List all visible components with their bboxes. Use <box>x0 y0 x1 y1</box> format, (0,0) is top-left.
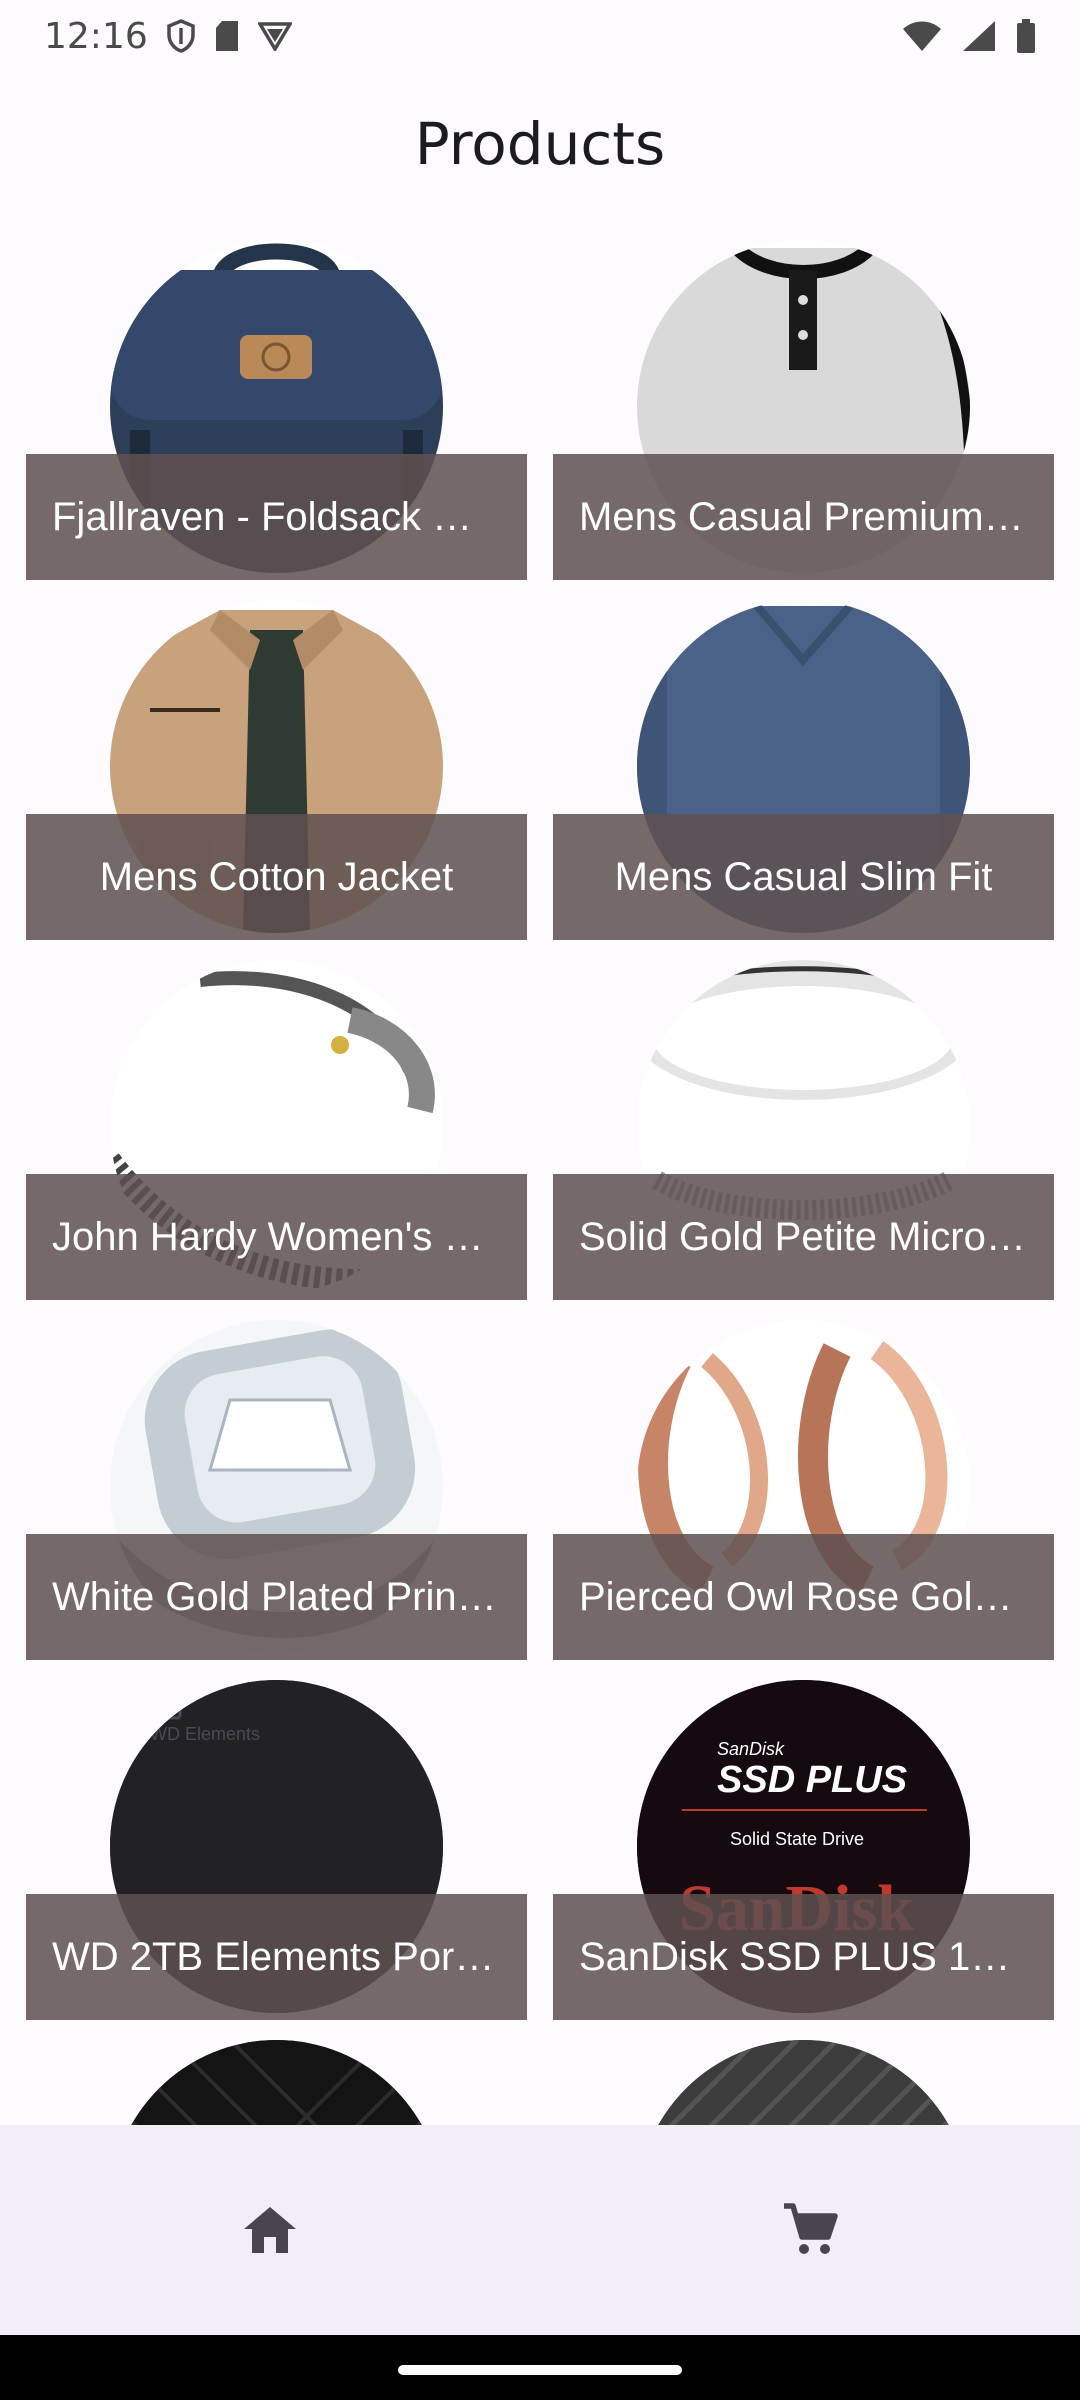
product-card[interactable] <box>26 2040 527 2125</box>
shield-icon <box>166 19 196 53</box>
system-navigation-bar <box>0 2335 1080 2400</box>
product-card[interactable]: John Hardy Women's Legends Naga Gold & S… <box>26 960 527 1300</box>
product-title: SanDisk SSD PLUS 1TB Internal SSD <box>553 1894 1054 2020</box>
product-card[interactable]: SanDisk SSD PLUS Solid State Drive SanDi… <box>553 1680 1054 2020</box>
battery-icon <box>1016 19 1036 53</box>
product-title: Mens Casual Premium Slim Fit T-Shirts <box>553 454 1054 580</box>
status-left: 12:16 <box>44 16 292 57</box>
wd-label: WD Elements <box>150 1724 260 1744</box>
product-card[interactable]: Pierced Owl Rose Gold Plated Stainless S… <box>553 1320 1054 1660</box>
textured-drive-image <box>110 2040 443 2125</box>
products-screen: 12:16 Products Fjallraven - Foldsack No.… <box>0 0 1080 2400</box>
product-card[interactable]: Solid Gold Petite Micropave <box>553 960 1054 1300</box>
wifi-icon <box>902 20 942 52</box>
product-title: Fjallraven - Foldsack No. 1 Backpack <box>26 454 527 580</box>
nav-item-home[interactable] <box>0 2125 540 2335</box>
product-title: Pierced Owl Rose Gold Plated Stainless S… <box>553 1534 1054 1660</box>
product-title: Mens Cotton Jacket <box>26 814 527 940</box>
bottom-navigation <box>0 2125 1080 2335</box>
gesture-handle[interactable] <box>398 2365 682 2375</box>
product-card[interactable]: Mens Casual Slim Fit <box>553 600 1054 940</box>
product-grid[interactable]: Fjallraven - Foldsack No. 1 Backpack Men… <box>26 240 1054 2125</box>
ssd-name-text: SSD PLUS <box>717 1759 907 1801</box>
product-title: Solid Gold Petite Micropave <box>553 1174 1054 1300</box>
status-time: 12:16 <box>44 15 148 57</box>
product-card[interactable]: Fjallraven - Foldsack No. 1 Backpack <box>26 240 527 580</box>
product-title: John Hardy Women's Legends Naga Gold & S… <box>26 1174 527 1300</box>
status-bar: 12:16 <box>0 0 1080 72</box>
sd-card-icon <box>214 20 240 52</box>
page-title: Products <box>414 110 666 178</box>
nav-item-cart[interactable] <box>540 2125 1080 2335</box>
product-card[interactable]: WD Elements WD 2TB Elements Portable Ext… <box>26 1680 527 2020</box>
ssd-subtitle-text: Solid State Drive <box>730 1829 864 1849</box>
product-title: WD 2TB Elements Portable External Hard D… <box>26 1894 527 2020</box>
home-icon <box>244 2207 296 2253</box>
ribbed-drive-image <box>637 2040 970 2125</box>
product-card[interactable]: White Gold Plated Princess <box>26 1320 527 1660</box>
status-right <box>902 19 1036 53</box>
cart-icon <box>784 2203 838 2254</box>
ssd-brand-text: SanDisk <box>717 1739 785 1759</box>
product-card[interactable]: Mens Cotton Jacket <box>26 600 527 940</box>
product-title: White Gold Plated Princess <box>26 1534 527 1660</box>
product-card[interactable]: Mens Casual Premium Slim Fit T-Shirts <box>553 240 1054 580</box>
product-card[interactable] <box>553 2040 1054 2125</box>
product-title: Mens Casual Slim Fit <box>553 814 1054 940</box>
signal-icon <box>962 20 996 52</box>
vpn-icon <box>257 21 292 51</box>
